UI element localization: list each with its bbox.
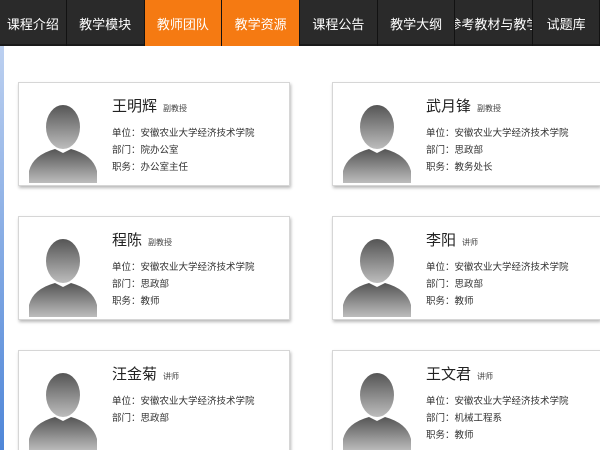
teacher-card[interactable]: 武月锋 副教授 单位：安徽农业大学经济技术学院 部门：思政部 职务：教务处长 xyxy=(332,82,600,186)
teacher-title: 副教授 xyxy=(163,104,188,113)
teacher-name-row: 王明辉 副教授 xyxy=(112,95,187,116)
teacher-name-row: 汪金菊 讲师 xyxy=(112,363,179,384)
teacher-name-row: 李阳 讲师 xyxy=(426,229,478,250)
teacher-name: 王文君 xyxy=(426,365,472,383)
teacher-post: 职务：办公室主任 xyxy=(112,162,189,173)
teacher-card[interactable]: 程陈 副教授 单位：安徽农业大学经济技术学院 部门：思政部 职务：教师 xyxy=(18,216,290,320)
teacher-name: 王明辉 xyxy=(112,97,158,115)
teacher-card[interactable]: 李阳 讲师 单位：安徽农业大学经济技术学院 部门：思政部 职务：教师 xyxy=(332,216,600,320)
avatar-icon xyxy=(343,373,411,450)
teacher-dept: 部门：院办公室 xyxy=(112,145,179,156)
teacher-dept: 部门：思政部 xyxy=(426,145,484,156)
nav-item-teacher-team[interactable]: 教师团队 xyxy=(144,0,223,46)
teacher-title: 副教授 xyxy=(477,104,502,113)
teacher-unit: 单位：安徽农业大学经济技术学院 xyxy=(112,128,255,139)
teacher-dept: 部门：思政部 xyxy=(112,279,170,290)
teacher-dept: 部门：思政部 xyxy=(112,413,170,424)
teacher-name: 汪金菊 xyxy=(112,365,158,383)
teacher-list: 王明辉 副教授 单位：安徽农业大学经济技术学院 部门：院办公室 职务：办公室主任… xyxy=(4,46,600,450)
nav-item-course-intro[interactable]: 课程介绍 xyxy=(0,0,67,46)
teacher-name: 李阳 xyxy=(426,231,457,249)
teacher-post: 职务：教师 xyxy=(426,296,474,307)
teacher-card[interactable]: 王文君 讲师 单位：安徽农业大学经济技术学院 部门：机械工程系 职务：教师 xyxy=(332,350,600,450)
nav-item-question-bank[interactable]: 试题库 xyxy=(533,0,600,46)
teacher-post: 职务：教师 xyxy=(426,430,474,441)
teacher-name-row: 武月锋 副教授 xyxy=(426,95,501,116)
teacher-title: 讲师 xyxy=(462,238,479,247)
teacher-unit: 单位：安徽农业大学经济技术学院 xyxy=(112,262,255,273)
avatar-icon xyxy=(343,105,411,183)
teacher-title: 副教授 xyxy=(148,238,173,247)
avatar-icon xyxy=(29,105,97,183)
teacher-post: 职务：教师 xyxy=(112,296,160,307)
teacher-title: 讲师 xyxy=(477,372,494,381)
nav-item-course-announcements[interactable]: 课程公告 xyxy=(300,0,378,46)
teacher-name: 武月锋 xyxy=(426,97,472,115)
nav-item-syllabus[interactable]: 教学大纲 xyxy=(378,0,456,46)
avatar-icon xyxy=(29,239,97,317)
nav-item-teaching-resources[interactable]: 教学资源 xyxy=(222,0,300,46)
nav-item-teaching-modules[interactable]: 教学模块 xyxy=(67,0,145,46)
teacher-unit: 单位：安徽农业大学经济技术学院 xyxy=(426,128,569,139)
nav-item-reference-materials[interactable]: 参考教材与教学 xyxy=(455,0,534,46)
teacher-name-row: 王文君 讲师 xyxy=(426,363,493,384)
teacher-unit: 单位：安徽农业大学经济技术学院 xyxy=(426,262,569,273)
teacher-title: 讲师 xyxy=(163,372,180,381)
teacher-name: 程陈 xyxy=(112,231,143,249)
teacher-name-row: 程陈 副教授 xyxy=(112,229,172,250)
teacher-unit: 单位：安徽农业大学经济技术学院 xyxy=(426,396,569,407)
avatar-icon xyxy=(343,239,411,317)
teacher-card[interactable]: 汪金菊 讲师 单位：安徽农业大学经济技术学院 部门：思政部 xyxy=(18,350,290,450)
teacher-dept: 部门：思政部 xyxy=(426,279,484,290)
teacher-dept: 部门：机械工程系 xyxy=(426,413,503,424)
top-navigation: 课程介绍 教学模块 教师团队 教学资源 课程公告 教学大纲 参考教材与教学 试题… xyxy=(0,0,600,46)
teacher-post: 职务：教务处长 xyxy=(426,162,493,173)
teacher-unit: 单位：安徽农业大学经济技术学院 xyxy=(112,396,255,407)
teacher-card[interactable]: 王明辉 副教授 单位：安徽农业大学经济技术学院 部门：院办公室 职务：办公室主任 xyxy=(18,82,290,186)
avatar-icon xyxy=(29,373,97,450)
